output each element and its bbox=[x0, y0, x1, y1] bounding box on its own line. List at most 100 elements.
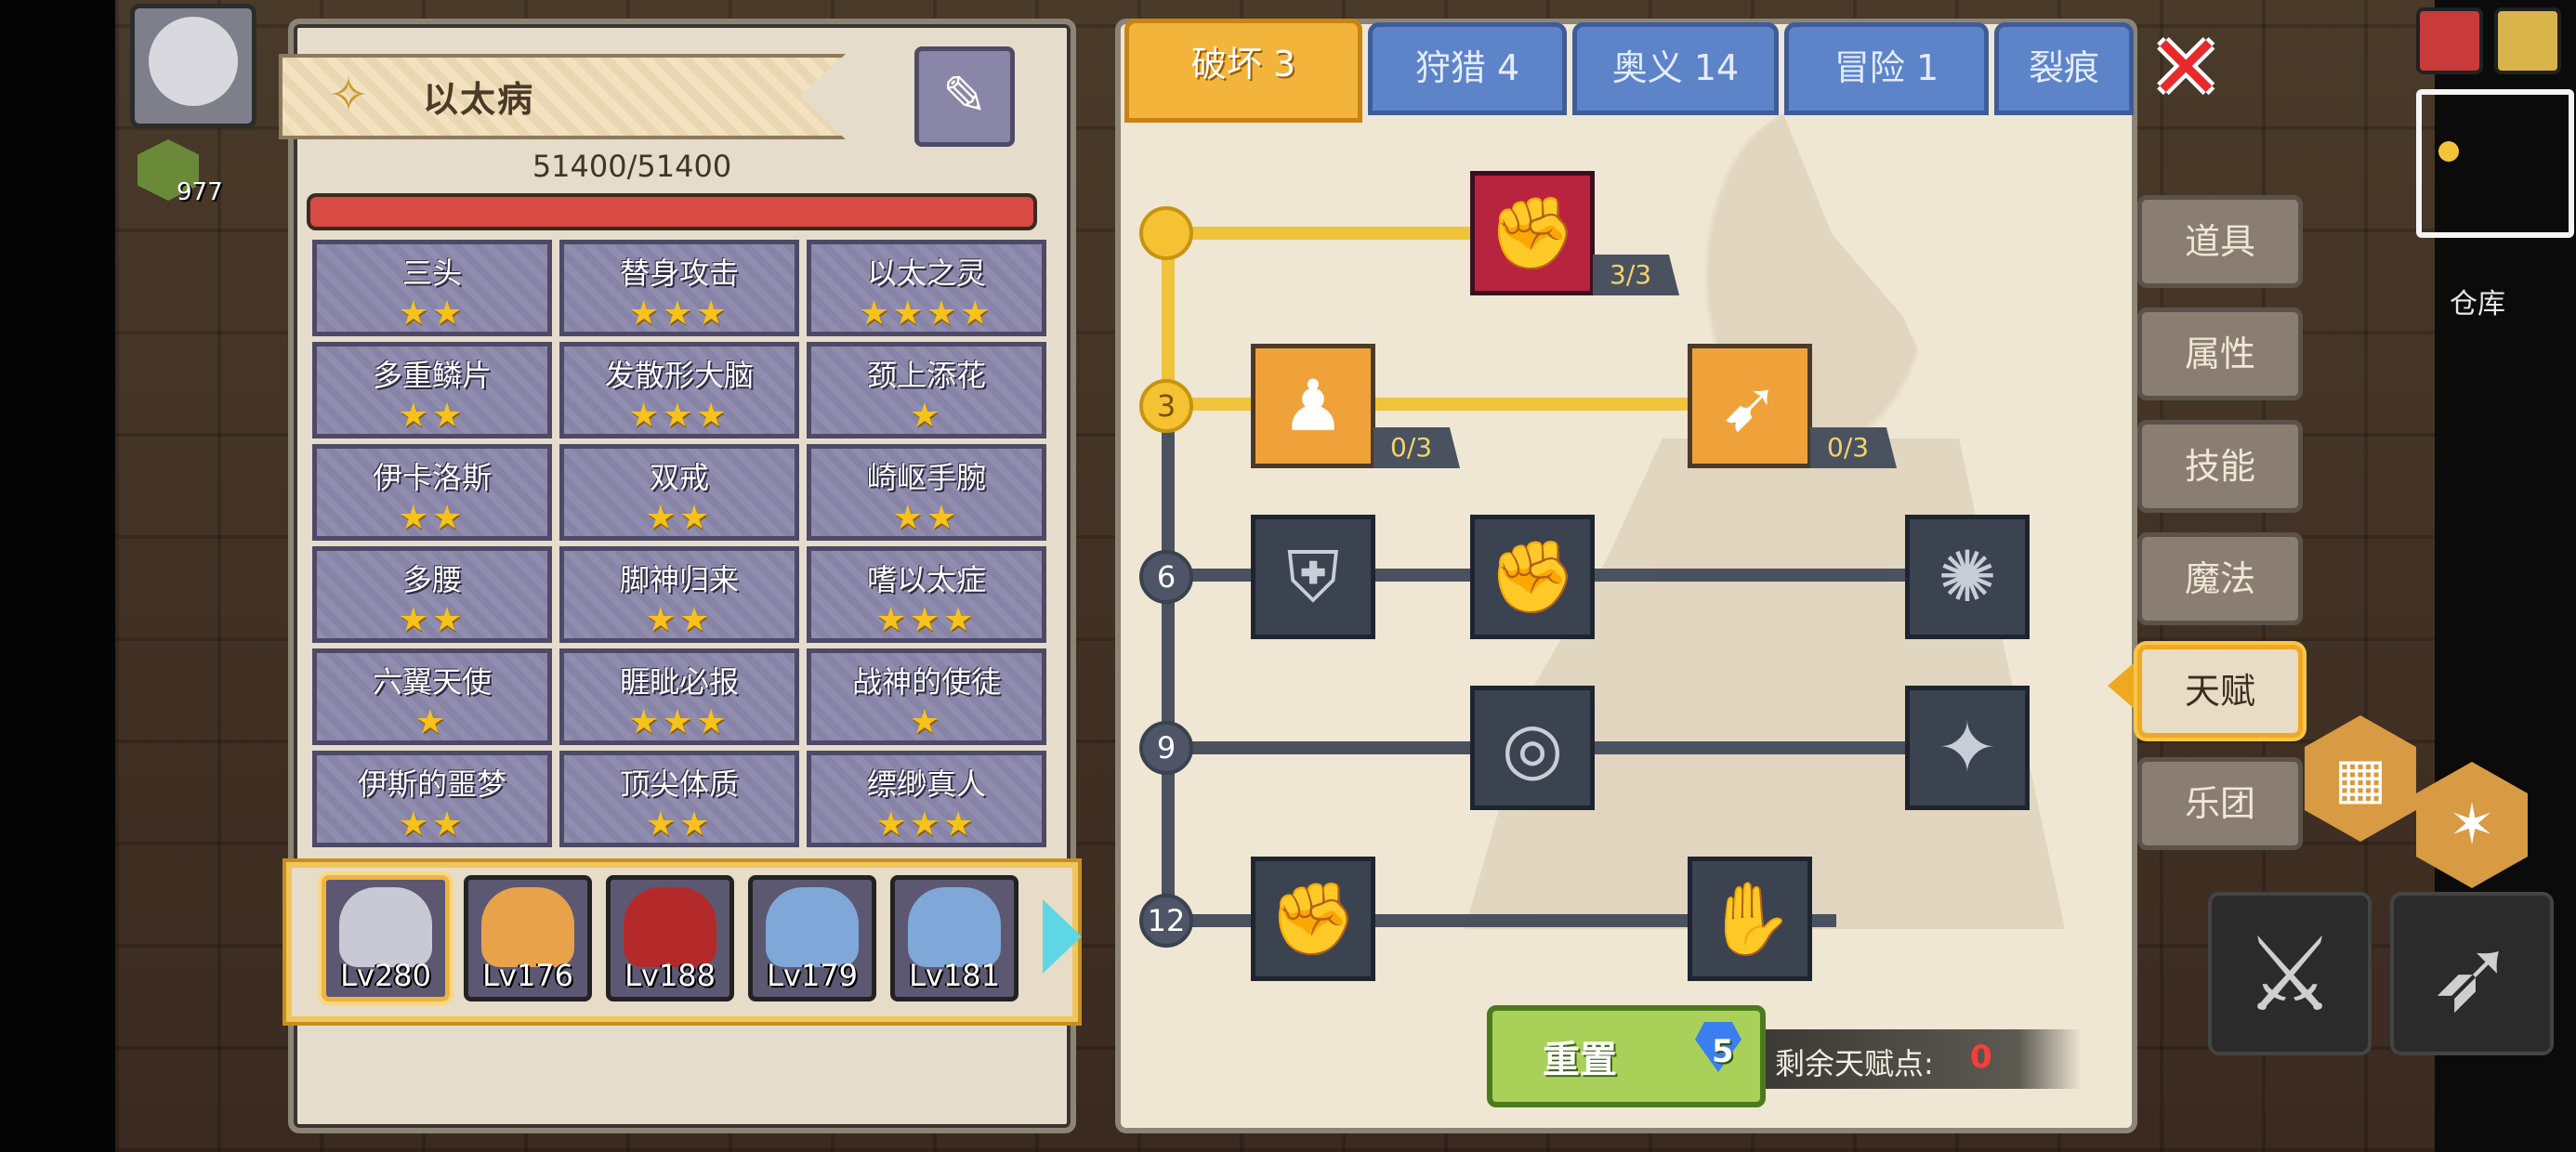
tree-spine bbox=[1162, 405, 1175, 925]
bat-talent-icon[interactable]: ✦ bbox=[1905, 686, 2030, 810]
side-menu-item[interactable]: 天赋 bbox=[2137, 645, 2303, 738]
trait-card[interactable]: 嗜以太症 ★★★ bbox=[807, 546, 1046, 643]
minimap-player-dot bbox=[2438, 141, 2459, 162]
trait-card[interactable]: 睚眦必报 ★★★ bbox=[559, 648, 799, 745]
storage-label[interactable]: 仓库 bbox=[2450, 281, 2505, 321]
ripple-talent-icon[interactable]: ◎ bbox=[1470, 686, 1595, 810]
punch-talent-icon[interactable]: ✊ bbox=[1470, 515, 1595, 639]
hero-level: Lv280 bbox=[340, 958, 431, 993]
talent-count: 0/3 bbox=[1810, 427, 1898, 468]
side-menu-item[interactable]: 乐团 bbox=[2137, 757, 2303, 850]
tier-marker-start bbox=[1139, 206, 1193, 260]
hero-portrait[interactable]: Lv280 bbox=[322, 875, 450, 1001]
trait-name: 伊卡洛斯 bbox=[372, 460, 492, 495]
trait-card[interactable]: 三头 ★★ bbox=[312, 240, 552, 336]
hero-portrait[interactable]: Lv176 bbox=[464, 875, 592, 1001]
gauntlet-talent-icon[interactable]: ✋ bbox=[1688, 857, 1812, 981]
side-menu-item[interactable]: 技能 bbox=[2137, 420, 2303, 513]
talent-count: 0/3 bbox=[1373, 427, 1461, 468]
hero-portrait[interactable]: Lv181 bbox=[890, 875, 1019, 1001]
trait-card[interactable]: 六翼天使 ★ bbox=[312, 648, 552, 745]
hero-level: Lv188 bbox=[624, 958, 716, 993]
trait-stars: ★★ bbox=[645, 805, 714, 844]
tab-talent-category[interactable]: 裂痕 bbox=[1994, 22, 2134, 115]
remaining-points-label: 剩余天赋点: bbox=[1775, 1046, 1934, 1081]
shield-talent-icon[interactable]: ⛨ bbox=[1251, 515, 1375, 639]
trait-name: 缥缈真人 bbox=[866, 766, 986, 802]
bow-slot-icon[interactable]: ➶ bbox=[2390, 892, 2554, 1055]
hp-text: 51400/51400 bbox=[532, 149, 732, 184]
expand-icon[interactable] bbox=[2494, 7, 2561, 74]
trait-stars: ★★★ bbox=[875, 805, 978, 844]
hero-face bbox=[339, 887, 432, 967]
trait-stars: ★★ bbox=[398, 295, 467, 333]
trait-name: 嗜以太症 bbox=[866, 562, 986, 597]
trait-name: 六翼天使 bbox=[372, 664, 492, 700]
tab-talent-category[interactable]: 狩猎 4 bbox=[1368, 22, 1567, 115]
trait-name: 三头 bbox=[401, 255, 462, 291]
trait-card[interactable]: 脚神归来 ★★ bbox=[559, 546, 799, 643]
trait-stars: ★★ bbox=[892, 499, 961, 537]
tab-talent-category[interactable]: 冒险 1 bbox=[1784, 22, 1989, 115]
ribbon-icon: ✧ bbox=[328, 68, 369, 124]
trait-stars: ★★ bbox=[645, 499, 714, 537]
screen-edge-left bbox=[0, 0, 115, 1152]
trait-card[interactable]: 伊卡洛斯 ★★ bbox=[312, 444, 552, 541]
trait-card[interactable]: 多重鳞片 ★★ bbox=[312, 342, 552, 439]
side-menu-item[interactable]: 属性 bbox=[2137, 308, 2303, 400]
tab-talent-category[interactable]: 破坏 3 bbox=[1124, 19, 1362, 123]
trait-card[interactable]: 崎岖手腕 ★★ bbox=[807, 444, 1046, 541]
trait-card[interactable]: 伊斯的噩梦 ★★ bbox=[312, 751, 552, 847]
trait-stars: ★★ bbox=[645, 601, 714, 639]
side-menu-caret bbox=[2108, 661, 2136, 710]
trait-card[interactable]: 双戒 ★★ bbox=[559, 444, 799, 541]
trait-name: 双戒 bbox=[649, 460, 709, 495]
body-talent-icon[interactable]: ♟ bbox=[1251, 344, 1375, 468]
tier-marker-9: 9 bbox=[1139, 721, 1193, 775]
trait-stars: ★★★★ bbox=[859, 295, 994, 333]
trait-card[interactable]: 多腰 ★★ bbox=[312, 546, 552, 643]
hero-level: Lv181 bbox=[909, 958, 1000, 993]
hero-level: Lv179 bbox=[767, 958, 858, 993]
trait-card[interactable]: 颈上添花 ★ bbox=[807, 342, 1046, 439]
trait-card[interactable]: 替身攻击 ★★★ bbox=[559, 240, 799, 336]
tier-marker-6: 6 bbox=[1139, 550, 1193, 604]
tree-branch-3 bbox=[1167, 398, 1715, 411]
arrow-hit-talent-icon[interactable]: ➹ bbox=[1688, 344, 1812, 468]
globe-icon[interactable] bbox=[2416, 7, 2483, 74]
hero-portrait[interactable]: Lv188 bbox=[606, 875, 734, 1001]
trait-name: 多腰 bbox=[401, 562, 462, 597]
tier-marker-3: 3 bbox=[1139, 379, 1193, 433]
trait-stars: ★★ bbox=[398, 601, 467, 639]
trait-name: 睚眦必报 bbox=[619, 664, 739, 700]
arm-wrestle-talent-icon[interactable]: ✊ bbox=[1470, 171, 1595, 295]
minimap[interactable] bbox=[2416, 89, 2574, 238]
currency-count: 977 bbox=[177, 178, 223, 206]
trait-stars: ★★★ bbox=[875, 601, 978, 639]
trait-card[interactable]: 战神的使徒 ★ bbox=[807, 648, 1046, 745]
side-menu-item[interactable]: 魔法 bbox=[2137, 532, 2303, 625]
syringe-button[interactable]: ✎ bbox=[914, 46, 1015, 147]
trait-stars: ★★★ bbox=[628, 703, 730, 741]
hero-face bbox=[908, 887, 1001, 967]
reset-cost: 5 bbox=[1712, 1033, 1734, 1070]
hero-portrait[interactable]: Lv179 bbox=[748, 875, 876, 1001]
trait-name: 崎岖手腕 bbox=[866, 460, 986, 495]
trait-card[interactable]: 以太之灵 ★★★★ bbox=[807, 240, 1046, 336]
hp-bar bbox=[307, 193, 1037, 230]
trait-card[interactable]: 缥缈真人 ★★★ bbox=[807, 751, 1046, 847]
hero-face bbox=[481, 887, 574, 967]
trait-name: 脚神归来 bbox=[619, 562, 739, 597]
trait-card[interactable]: 顶尖体质 ★★ bbox=[559, 751, 799, 847]
hero-next-arrow[interactable] bbox=[1043, 899, 1082, 974]
trait-card[interactable]: 发散形大脑 ★★★ bbox=[559, 342, 799, 439]
side-menu-item[interactable]: 道具 bbox=[2137, 195, 2303, 288]
trait-name: 颈上添花 bbox=[866, 358, 986, 393]
sword-slot-icon[interactable]: ⚔ bbox=[2208, 892, 2372, 1055]
splash-talent-icon[interactable]: ✺ bbox=[1905, 515, 2030, 639]
close-icon[interactable]: ✕ bbox=[2149, 23, 2223, 112]
reset-label: 重置 bbox=[1543, 1039, 1617, 1081]
fist-talent-icon[interactable]: ✊ bbox=[1251, 857, 1375, 981]
tab-talent-category[interactable]: 奥义 14 bbox=[1572, 22, 1779, 115]
trait-stars: ★ bbox=[909, 397, 944, 435]
